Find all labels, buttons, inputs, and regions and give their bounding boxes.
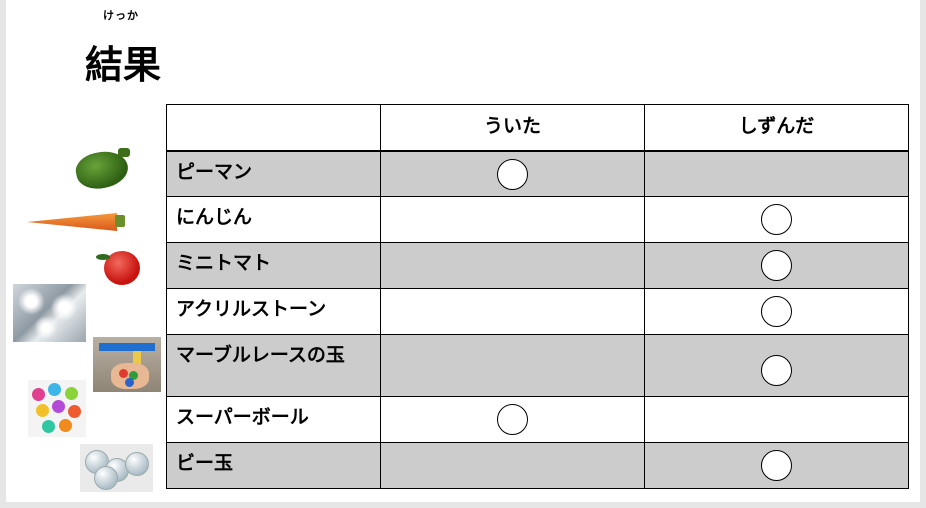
- sank-cell: [644, 334, 909, 397]
- circle-mark: [761, 296, 792, 327]
- row-label: ビー玉: [166, 442, 381, 489]
- circle-mark: [761, 450, 792, 481]
- floated-cell: [380, 442, 645, 489]
- super-ball: [36, 404, 49, 417]
- row-label: ミニトマト: [166, 242, 381, 289]
- row-label: スーパーボール: [166, 396, 381, 443]
- floated-cell: [380, 396, 645, 443]
- sank-cell: [644, 442, 909, 489]
- circle-mark: [497, 158, 528, 190]
- floated-cell: [380, 150, 645, 197]
- super-ball: [65, 387, 78, 400]
- marble: [125, 452, 149, 476]
- row-label: ピーマン: [166, 150, 381, 197]
- table-row: ミニトマト: [166, 242, 909, 289]
- row-label: マーブルレースの玉: [166, 334, 381, 397]
- marble-ball: [119, 369, 128, 378]
- marble-ball: [125, 378, 134, 387]
- sank-cell: [644, 196, 909, 243]
- floated-cell: [380, 334, 645, 397]
- table-row: ビー玉: [166, 442, 909, 489]
- marble: [94, 466, 118, 490]
- carrot-top: [115, 215, 125, 227]
- circle-mark: [761, 250, 792, 281]
- marble-race-photo: [93, 337, 161, 392]
- circle-mark: [761, 204, 792, 235]
- floated-cell: [380, 242, 645, 289]
- header-cell-item: [166, 104, 381, 152]
- table-row: ピーマン: [166, 150, 909, 197]
- sank-cell: [644, 396, 909, 443]
- super-ball: [42, 420, 55, 433]
- row-label: アクリルストーン: [166, 288, 381, 335]
- carrot-photo: [23, 203, 128, 241]
- super-ball: [32, 388, 45, 401]
- header-cell-sank: しずんだ: [644, 104, 909, 152]
- page-title: 結果: [85, 43, 162, 87]
- result-table: ういた しずんだ ピーマン にんじん ミニトマト アクリルストーン マーブルレー…: [166, 104, 909, 489]
- circle-mark: [761, 355, 792, 386]
- table-row: スーパーボール: [166, 396, 909, 443]
- race-track: [99, 343, 155, 351]
- acrylic-stone-photo: [13, 284, 86, 342]
- super-ball: [48, 383, 61, 396]
- super-ball-photo: [28, 380, 86, 437]
- tomato-leaf: [96, 254, 110, 260]
- table-row: マーブルレースの玉: [166, 334, 909, 397]
- sank-cell: [644, 288, 909, 335]
- pepper-stem: [118, 148, 130, 157]
- super-ball: [68, 405, 81, 418]
- carrot-body: [27, 213, 117, 231]
- floated-cell: [380, 196, 645, 243]
- pepper-photo: [48, 138, 152, 196]
- title-ruby: けっか: [103, 9, 139, 22]
- super-ball: [59, 419, 72, 432]
- row-label: にんじん: [166, 196, 381, 243]
- super-ball: [52, 400, 65, 413]
- table-row: アクリルストーン: [166, 288, 909, 335]
- sank-cell: [644, 242, 909, 289]
- header-cell-floated: ういた: [380, 104, 645, 152]
- circle-mark: [497, 404, 528, 435]
- table-row: にんじん: [166, 196, 909, 243]
- tomato-photo: [84, 244, 156, 292]
- table-header-row: ういた しずんだ: [166, 104, 909, 152]
- floated-cell: [380, 288, 645, 335]
- marble-photo: [80, 444, 153, 492]
- sank-cell: [644, 150, 909, 197]
